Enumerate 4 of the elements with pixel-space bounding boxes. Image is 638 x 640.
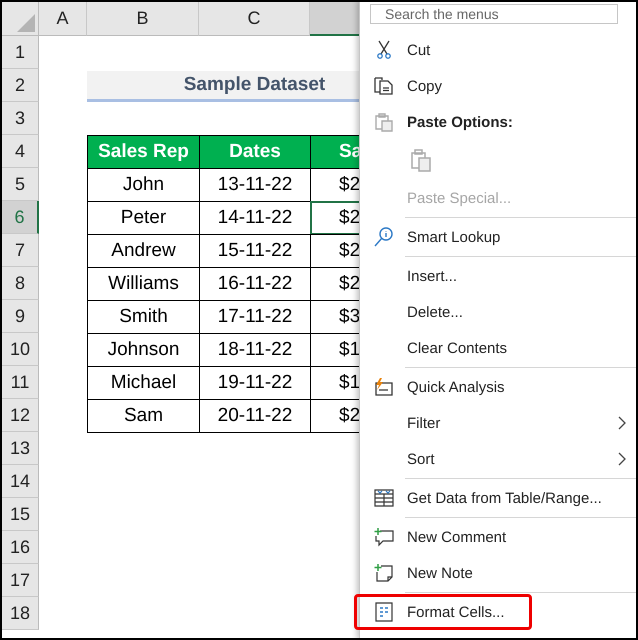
table-header-cell: Sales Rep bbox=[87, 135, 200, 169]
table-cell: Sam bbox=[87, 399, 200, 433]
menu-heading: Paste Options: bbox=[407, 114, 513, 130]
table-header-cell: Dates bbox=[199, 135, 311, 169]
